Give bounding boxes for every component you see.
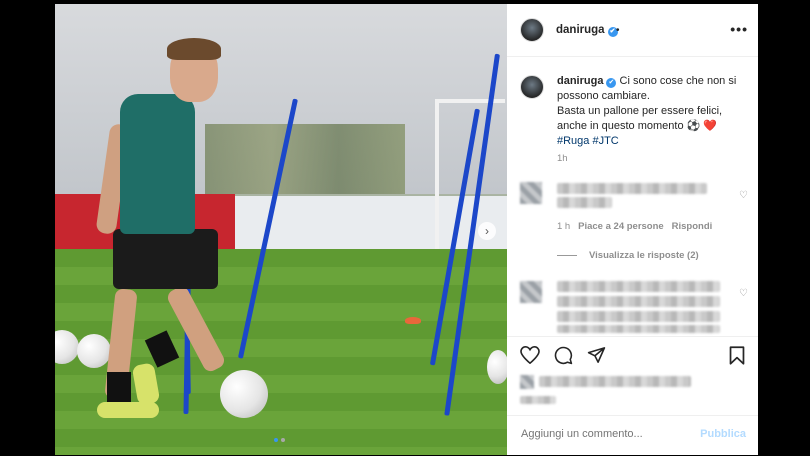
comment-reply-button[interactable]: Rispondi xyxy=(672,221,713,232)
comment-text-blurred xyxy=(557,311,720,322)
caption-avatar[interactable] xyxy=(520,75,544,99)
photo-ball xyxy=(77,334,111,368)
post-date-blurred xyxy=(520,396,556,404)
comment-input[interactable] xyxy=(521,428,691,440)
photo-player-shorts xyxy=(113,229,218,289)
carousel-next-icon[interactable]: › xyxy=(478,222,496,240)
caption-username[interactable]: daniruga xyxy=(557,75,603,87)
heart-icon[interactable]: ♡ xyxy=(739,190,748,201)
view-replies-label[interactable]: Visualizza le risposte (2) xyxy=(589,250,699,261)
caption-line-2: possono cambiare. xyxy=(557,90,650,102)
post-photo[interactable] xyxy=(55,4,507,455)
avatar[interactable] xyxy=(520,18,544,42)
caption-line-4: anche in questo momento ⚽ ❤️ xyxy=(557,120,718,132)
action-bar xyxy=(507,336,758,376)
comment-likes[interactable]: Piace a 24 persone xyxy=(578,221,664,232)
share-icon[interactable] xyxy=(587,346,606,364)
photo-player-shoe xyxy=(97,402,159,418)
photo-trees xyxy=(205,124,405,194)
photo-player-hair xyxy=(167,38,221,60)
photo-cone xyxy=(405,317,421,324)
caption-hashtags[interactable]: #Ruga #JTC xyxy=(557,134,747,149)
post-side-panel: daniruga ✔ • ••• daniruga ✔ Ci sono cose c… xyxy=(507,4,758,455)
comment-time: 1 h xyxy=(557,221,571,232)
verified-icon: ✔ xyxy=(606,78,617,88)
liker-avatar[interactable] xyxy=(520,375,534,389)
view-replies-button[interactable]: Visualizza le risposte (2) xyxy=(589,250,699,261)
post-modal: › daniruga ✔ • ••• daniruga ✔ Ci sono cose… xyxy=(0,0,810,456)
photo-player-shirt xyxy=(120,94,195,234)
comment-text-blurred xyxy=(557,325,720,333)
caption-line-3: Basta un pallone per essere felici, xyxy=(557,105,723,117)
photo-ball xyxy=(487,350,507,384)
comment-icon[interactable] xyxy=(554,346,573,365)
header-username[interactable]: daniruga ✔ xyxy=(556,24,618,37)
header-separator: • xyxy=(616,25,620,36)
caption-line-1: Ci sono cose che non si xyxy=(619,75,737,87)
add-comment-bar: Pubblica xyxy=(507,415,758,455)
comment-avatar[interactable] xyxy=(520,281,542,303)
bookmark-icon[interactable] xyxy=(729,346,745,365)
comment-text-blurred xyxy=(557,183,707,194)
caption-time: 1h xyxy=(557,153,568,164)
likes-summary-blurred[interactable] xyxy=(539,376,691,387)
comment-text-blurred xyxy=(557,281,720,292)
post-header: daniruga ✔ • ••• xyxy=(507,4,758,57)
post-caption: daniruga ✔ Ci sono cose che non si posson… xyxy=(557,74,747,149)
header-username-text[interactable]: daniruga xyxy=(556,24,605,36)
publish-button[interactable]: Pubblica xyxy=(700,428,746,440)
heart-icon[interactable]: ♡ xyxy=(739,288,748,299)
photo-player-sock xyxy=(107,372,131,406)
carousel-dot xyxy=(281,438,285,442)
more-icon[interactable]: ••• xyxy=(730,21,748,37)
carousel-dots xyxy=(274,438,285,442)
comment-meta: 1 h Piace a 24 persone Rispondi xyxy=(557,221,712,232)
heart-icon[interactable] xyxy=(520,346,540,364)
replies-divider xyxy=(557,255,577,256)
photo-main-ball xyxy=(220,370,268,418)
comment-text-blurred xyxy=(557,296,720,307)
comment-avatar[interactable] xyxy=(520,182,542,204)
comment-text-blurred xyxy=(557,197,612,208)
carousel-dot-active xyxy=(274,438,278,442)
